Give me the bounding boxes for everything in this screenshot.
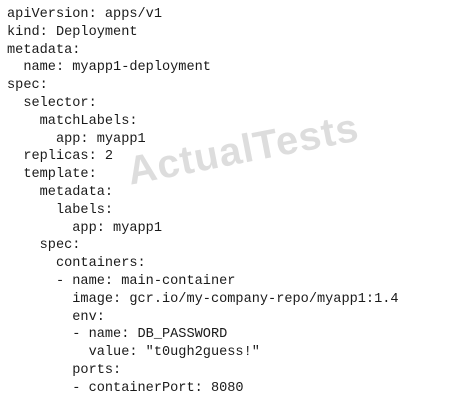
code-line: ports: (7, 362, 122, 378)
yaml-code-block: apiVersion: apps/v1 kind: Deployment met… (7, 6, 399, 398)
code-line: image: gcr.io/my-company-repo/myapp1:1.4 (7, 291, 399, 307)
code-line: - name: DB_PASSWORD (7, 327, 228, 343)
code-line: spec: (7, 238, 81, 254)
code-line: containers: (7, 256, 146, 272)
code-line: - name: main-container (7, 273, 236, 289)
code-line: app: myapp1 (7, 220, 162, 236)
code-line: spec: (7, 78, 48, 94)
code-line: template: (7, 167, 97, 183)
code-line: - containerPort: 8080 (7, 380, 244, 396)
code-line: env: (7, 309, 105, 325)
code-line: name: myapp1-deployment (7, 60, 211, 76)
code-line: labels: (7, 202, 114, 218)
code-line: selector: (7, 95, 97, 111)
code-line: value: "t0ugh2guess!" (7, 345, 260, 361)
code-line: metadata: (7, 184, 114, 200)
code-line: kind: Deployment (7, 24, 138, 40)
code-line: app: myapp1 (7, 131, 146, 147)
code-line: matchLabels: (7, 113, 138, 129)
code-line: apiVersion: apps/v1 (7, 7, 162, 22)
code-line: metadata: (7, 42, 81, 58)
code-line: replicas: 2 (7, 149, 114, 165)
